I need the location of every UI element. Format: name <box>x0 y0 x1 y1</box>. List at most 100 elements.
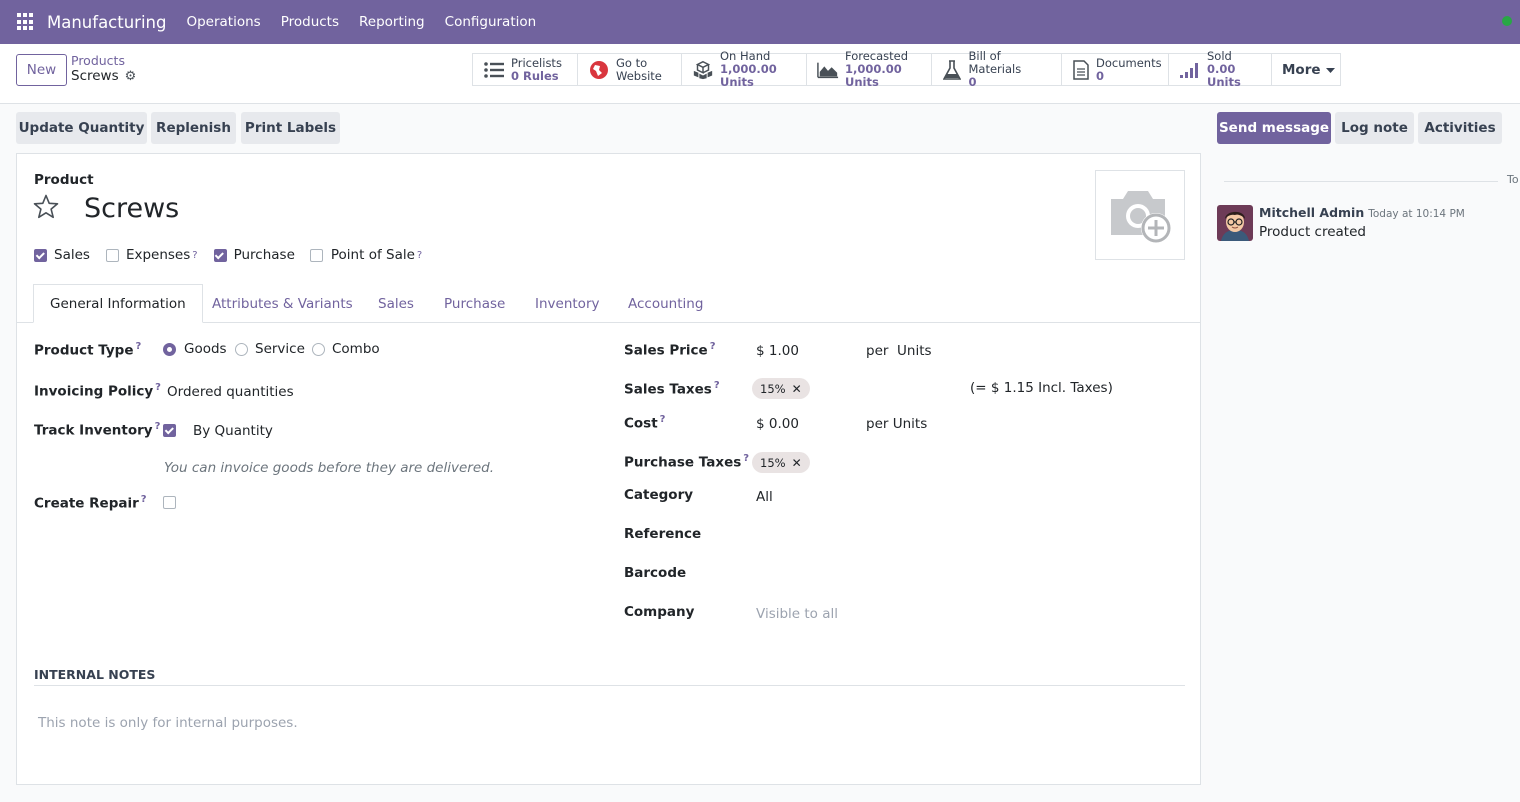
stat-value: 0 Rules <box>511 68 559 83</box>
product-label: Product <box>34 172 94 188</box>
print-labels-button[interactable]: Print Labels <box>241 112 340 144</box>
on-hand-button[interactable]: On Hand 1,000.00 Units <box>682 50 807 89</box>
signal-icon <box>1179 60 1201 80</box>
cost-input[interactable]: $ 0.00 <box>756 416 799 432</box>
breadcrumb-products-link[interactable]: Products <box>71 53 136 68</box>
stat-label-2: Website <box>616 68 662 83</box>
app-name[interactable]: Manufacturing <box>47 13 166 32</box>
smart-buttons: Pricelists 0 Rules Go to Website On Hand 1,… <box>472 50 1341 89</box>
pricelists-button[interactable]: Pricelists 0 Rules <box>473 54 578 85</box>
forecasted-button[interactable]: Forecasted 1,000.00 Units <box>807 50 932 89</box>
favorite-star-icon[interactable] <box>33 194 59 220</box>
menu-configuration[interactable]: Configuration <box>445 14 537 30</box>
message-author: Mitchell Admin Today at 10:14 PM <box>1259 205 1465 220</box>
replenish-button[interactable]: Replenish <box>151 112 236 144</box>
point-of-sale-checkbox[interactable] <box>309 248 323 262</box>
help-icon[interactable]: ? <box>192 250 197 261</box>
menu-operations[interactable]: Operations <box>186 14 260 30</box>
area-chart-icon <box>817 60 839 80</box>
remove-tag-icon[interactable]: ✕ <box>792 382 802 396</box>
help-icon[interactable]: ? <box>155 382 161 393</box>
track-inventory-select[interactable]: By Quantity <box>193 423 273 439</box>
purchase-checkbox[interactable] <box>213 248 227 262</box>
new-button[interactable]: New <box>16 54 67 86</box>
help-icon[interactable]: ? <box>417 250 422 261</box>
help-icon[interactable]: ? <box>141 494 147 505</box>
sales-checkbox-label: Sales <box>54 247 90 263</box>
tab-sales[interactable]: Sales <box>378 284 414 323</box>
tab-attributes-variants[interactable]: Attributes & Variants <box>212 284 353 323</box>
company-input[interactable]: Visible to all <box>756 606 838 622</box>
tab-general-information[interactable]: General Information <box>33 284 203 323</box>
product-image-upload[interactable] <box>1095 170 1185 260</box>
stat-value: 1,000.00 Units <box>720 62 777 89</box>
category-input[interactable]: All <box>756 489 773 505</box>
control-panel: New Products Screws ⚙ Pricelists 0 Rules … <box>0 44 1520 104</box>
purchase-checkbox-label: Purchase <box>233 247 295 263</box>
breadcrumb-current: Screws ⚙ <box>71 68 136 85</box>
expenses-checkbox[interactable] <box>105 248 119 262</box>
stat-label: Pricelists <box>511 55 562 70</box>
gear-icon[interactable]: ⚙ <box>125 68 137 85</box>
update-quantity-button[interactable]: Update Quantity <box>16 112 147 144</box>
tab-inventory[interactable]: Inventory <box>535 284 599 323</box>
goods-radio[interactable] <box>163 343 176 356</box>
internal-notes-title: INTERNAL NOTES <box>34 667 156 682</box>
create-repair-checkbox[interactable] <box>163 496 176 509</box>
sales-tax-tag-label: 15% <box>760 381 786 396</box>
stat-value: 0 <box>968 75 977 89</box>
help-icon[interactable]: ? <box>710 341 716 352</box>
sales-taxes-label: Sales Taxes? <box>624 380 720 398</box>
activities-button[interactable]: Activities <box>1418 112 1502 144</box>
more-button[interactable]: More <box>1272 54 1340 85</box>
document-icon <box>1072 59 1090 80</box>
help-icon[interactable]: ? <box>714 380 720 391</box>
point-of-sale-checkbox-label: Point of Sale <box>330 247 415 263</box>
cost-label-text: Cost <box>624 415 658 432</box>
help-icon[interactable]: ? <box>743 453 749 464</box>
caret-down-icon <box>1325 62 1335 78</box>
invoicing-policy-select[interactable]: Ordered quantities <box>167 384 294 400</box>
reference-input[interactable] <box>756 526 1176 546</box>
menu-products[interactable]: Products <box>281 14 339 30</box>
list-icon <box>483 60 505 80</box>
help-icon[interactable]: ? <box>155 421 161 432</box>
combo-radio[interactable] <box>312 343 325 356</box>
purchase-tax-tag[interactable]: 15% ✕ <box>752 452 810 473</box>
tab-accounting[interactable]: Accounting <box>628 284 703 323</box>
go-to-website-button[interactable]: Go to Website <box>578 54 682 85</box>
tab-purchase[interactable]: Purchase <box>444 284 505 323</box>
breadcrumb: Products Screws ⚙ <box>71 53 136 85</box>
incl-taxes-amount: (= $ 1.15 Incl. Taxes) <box>970 380 1113 396</box>
sales-checkbox[interactable] <box>34 248 47 262</box>
create-repair-label-text: Create Repair <box>34 495 139 512</box>
sales-tax-tag[interactable]: 15% ✕ <box>752 378 810 399</box>
expenses-checkbox-label: Expenses <box>125 247 191 263</box>
flask-icon <box>942 59 962 80</box>
sold-button[interactable]: Sold 0.00 Units <box>1169 50 1272 89</box>
service-radio-label: Service <box>255 341 305 357</box>
remove-tag-icon[interactable]: ✕ <box>792 456 802 470</box>
breadcrumb-current-label: Screws <box>71 68 119 84</box>
notebook-tabs: General Information Attributes & Variant… <box>17 284 1200 323</box>
product-type-label: Product Type? <box>34 341 141 359</box>
menu-reporting[interactable]: Reporting <box>359 14 425 30</box>
apps-grid-icon[interactable] <box>17 13 35 31</box>
log-note-button[interactable]: Log note <box>1335 112 1414 144</box>
barcode-input[interactable] <box>756 565 1176 585</box>
sales-price-input[interactable]: $ 1.00 <box>756 343 799 359</box>
internal-notes-input[interactable]: This note is only for internal purposes. <box>38 715 298 731</box>
send-message-button[interactable]: Send message <box>1217 112 1331 144</box>
help-icon[interactable]: ? <box>135 341 141 352</box>
service-radio[interactable] <box>235 343 248 356</box>
top-navbar: Manufacturing Operations Products Report… <box>0 0 1520 44</box>
bill-of-materials-button[interactable]: Bill of Materials 0 <box>932 50 1062 89</box>
invoice-hint: You can invoice goods before they are de… <box>164 460 494 476</box>
help-icon[interactable]: ? <box>660 414 666 425</box>
track-inventory-checkbox[interactable] <box>163 424 176 437</box>
documents-button[interactable]: Documents 0 <box>1062 54 1169 85</box>
product-name-field[interactable]: Screws <box>84 193 179 224</box>
presence-status-icon <box>1502 16 1512 26</box>
purchase-taxes-label: Purchase Taxes? <box>624 453 749 471</box>
avatar[interactable] <box>1217 205 1253 241</box>
